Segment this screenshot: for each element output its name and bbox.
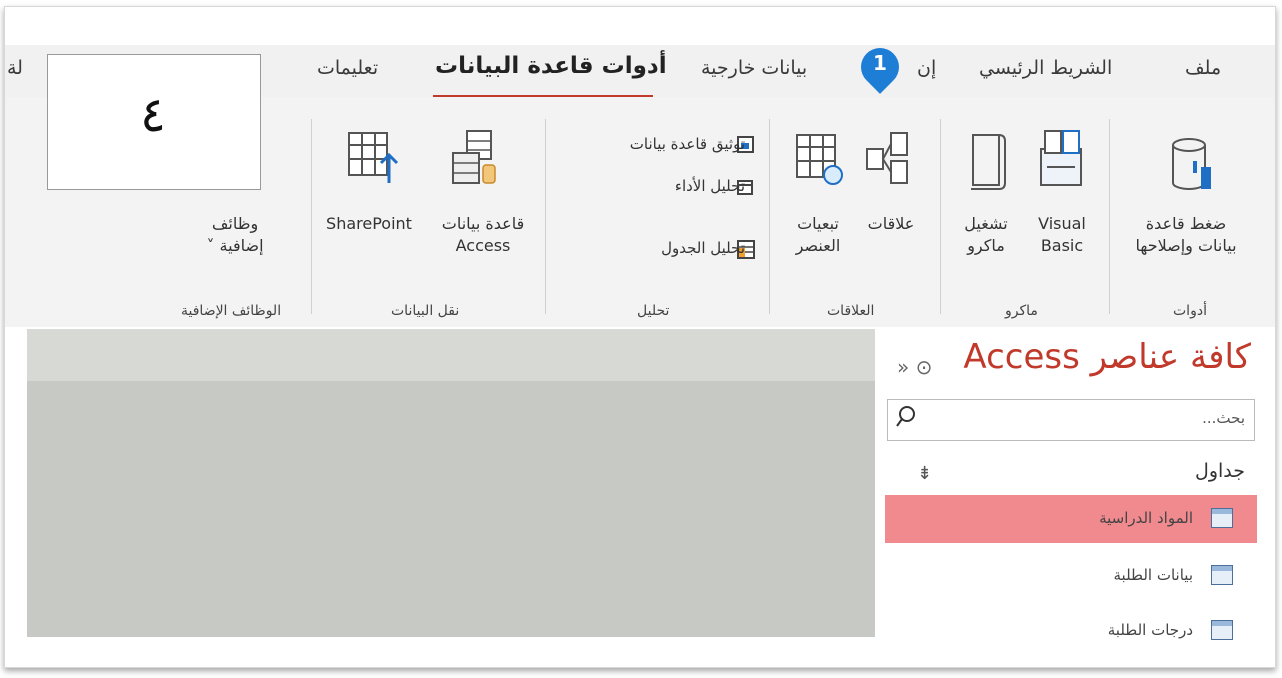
nav-item-label: درجات الطلبة: [1107, 621, 1193, 639]
access-database-label-2: Access: [455, 236, 511, 255]
search-placeholder: بحث...: [1202, 409, 1245, 427]
nav-item-label: المواد الدراسية: [1099, 509, 1193, 527]
chevron-up-double-icon[interactable]: ⇟: [917, 463, 932, 484]
group-divider: [940, 119, 941, 314]
nav-pane-controls-icon[interactable]: » ⊙: [897, 355, 932, 379]
group-label-relationships: العلاقات: [827, 303, 875, 319]
group-label-addins: الوظائف الإضافية: [181, 303, 282, 319]
compact-repair-label-2: بيانات وإصلاحها: [1135, 236, 1237, 255]
access-database-label-1: قاعدة بيانات: [441, 214, 525, 233]
addins-label-1: وظائف: [211, 214, 259, 233]
nav-section-tables[interactable]: جداول: [1195, 460, 1245, 482]
nav-pane-title[interactable]: كافة عناصر Access: [963, 337, 1251, 377]
analyze-performance-label: تحليل الأداء: [674, 177, 745, 195]
run-macro-icon: [971, 134, 1006, 190]
group-label-move-data: نقل البيانات: [391, 303, 460, 319]
access-database-icon: [452, 130, 496, 184]
run-macro-label-2: ماكرو: [967, 236, 1005, 255]
table-icon: [1211, 508, 1233, 528]
access-window: ملف الشريط الرئيسي إن بيانات خارجية أدوا…: [4, 6, 1276, 668]
visual-basic-icon: [1040, 130, 1082, 186]
visual-basic-label-1: Visual: [1038, 214, 1086, 233]
group-label-macro: ماكرو: [1005, 303, 1038, 319]
sharepoint-icon: [348, 132, 399, 183]
tab-home[interactable]: الشريط الرئيسي: [979, 57, 1112, 79]
group-divider: [769, 119, 770, 314]
compact-repair-icon: [1172, 138, 1211, 190]
group-label-tools: أدوات: [1173, 303, 1207, 319]
nav-item-table[interactable]: بيانات الطلبة: [885, 552, 1257, 600]
relationships-label: علاقات: [867, 214, 915, 233]
group-divider: [311, 119, 312, 314]
nav-item-table[interactable]: درجات الطلبة: [885, 607, 1257, 655]
nav-item-label: بيانات الطلبة: [1113, 566, 1193, 584]
addins-label-2: إضافية ˅: [206, 236, 264, 255]
relationships-icon: [866, 132, 908, 184]
group-divider: [1109, 119, 1110, 314]
compact-repair-label-1: ضغط قاعدة: [1145, 214, 1227, 233]
group-divider: [545, 119, 546, 314]
annotation-number: ٤: [140, 87, 166, 143]
tab-file[interactable]: ملف: [1185, 57, 1221, 79]
group-label-analyze: تحليل: [637, 303, 670, 319]
tab-external-data[interactable]: بيانات خارجية: [701, 57, 807, 79]
table-icon: [1211, 565, 1233, 585]
tab-create[interactable]: إن: [917, 57, 936, 79]
tab-database-tools[interactable]: أدوات قاعدة البيانات: [435, 53, 667, 79]
object-dependencies-label-1: تبعيات: [797, 214, 839, 233]
visual-basic-label-2: Basic: [1040, 236, 1084, 255]
run-macro-label-1: تشغيل: [964, 214, 1008, 233]
object-dependencies-icon: [796, 134, 843, 185]
search-icon[interactable]: [895, 405, 917, 429]
nav-search-input[interactable]: [887, 399, 1255, 441]
database-documenter-label: توثيق قاعدة بيانات: [629, 135, 745, 153]
callout-number: 1: [873, 51, 887, 75]
sharepoint-label: SharePoint: [326, 214, 412, 233]
analyze-table-label: تحليل الجدول: [661, 239, 745, 257]
document-area-header: [27, 329, 875, 381]
object-dependencies-label-2: العنصر: [795, 236, 841, 255]
tab-help[interactable]: تعليمات: [317, 57, 378, 79]
table-icon: [1211, 620, 1233, 640]
nav-item-table[interactable]: المواد الدراسية: [885, 495, 1257, 543]
tab-partial[interactable]: لة: [7, 57, 23, 79]
